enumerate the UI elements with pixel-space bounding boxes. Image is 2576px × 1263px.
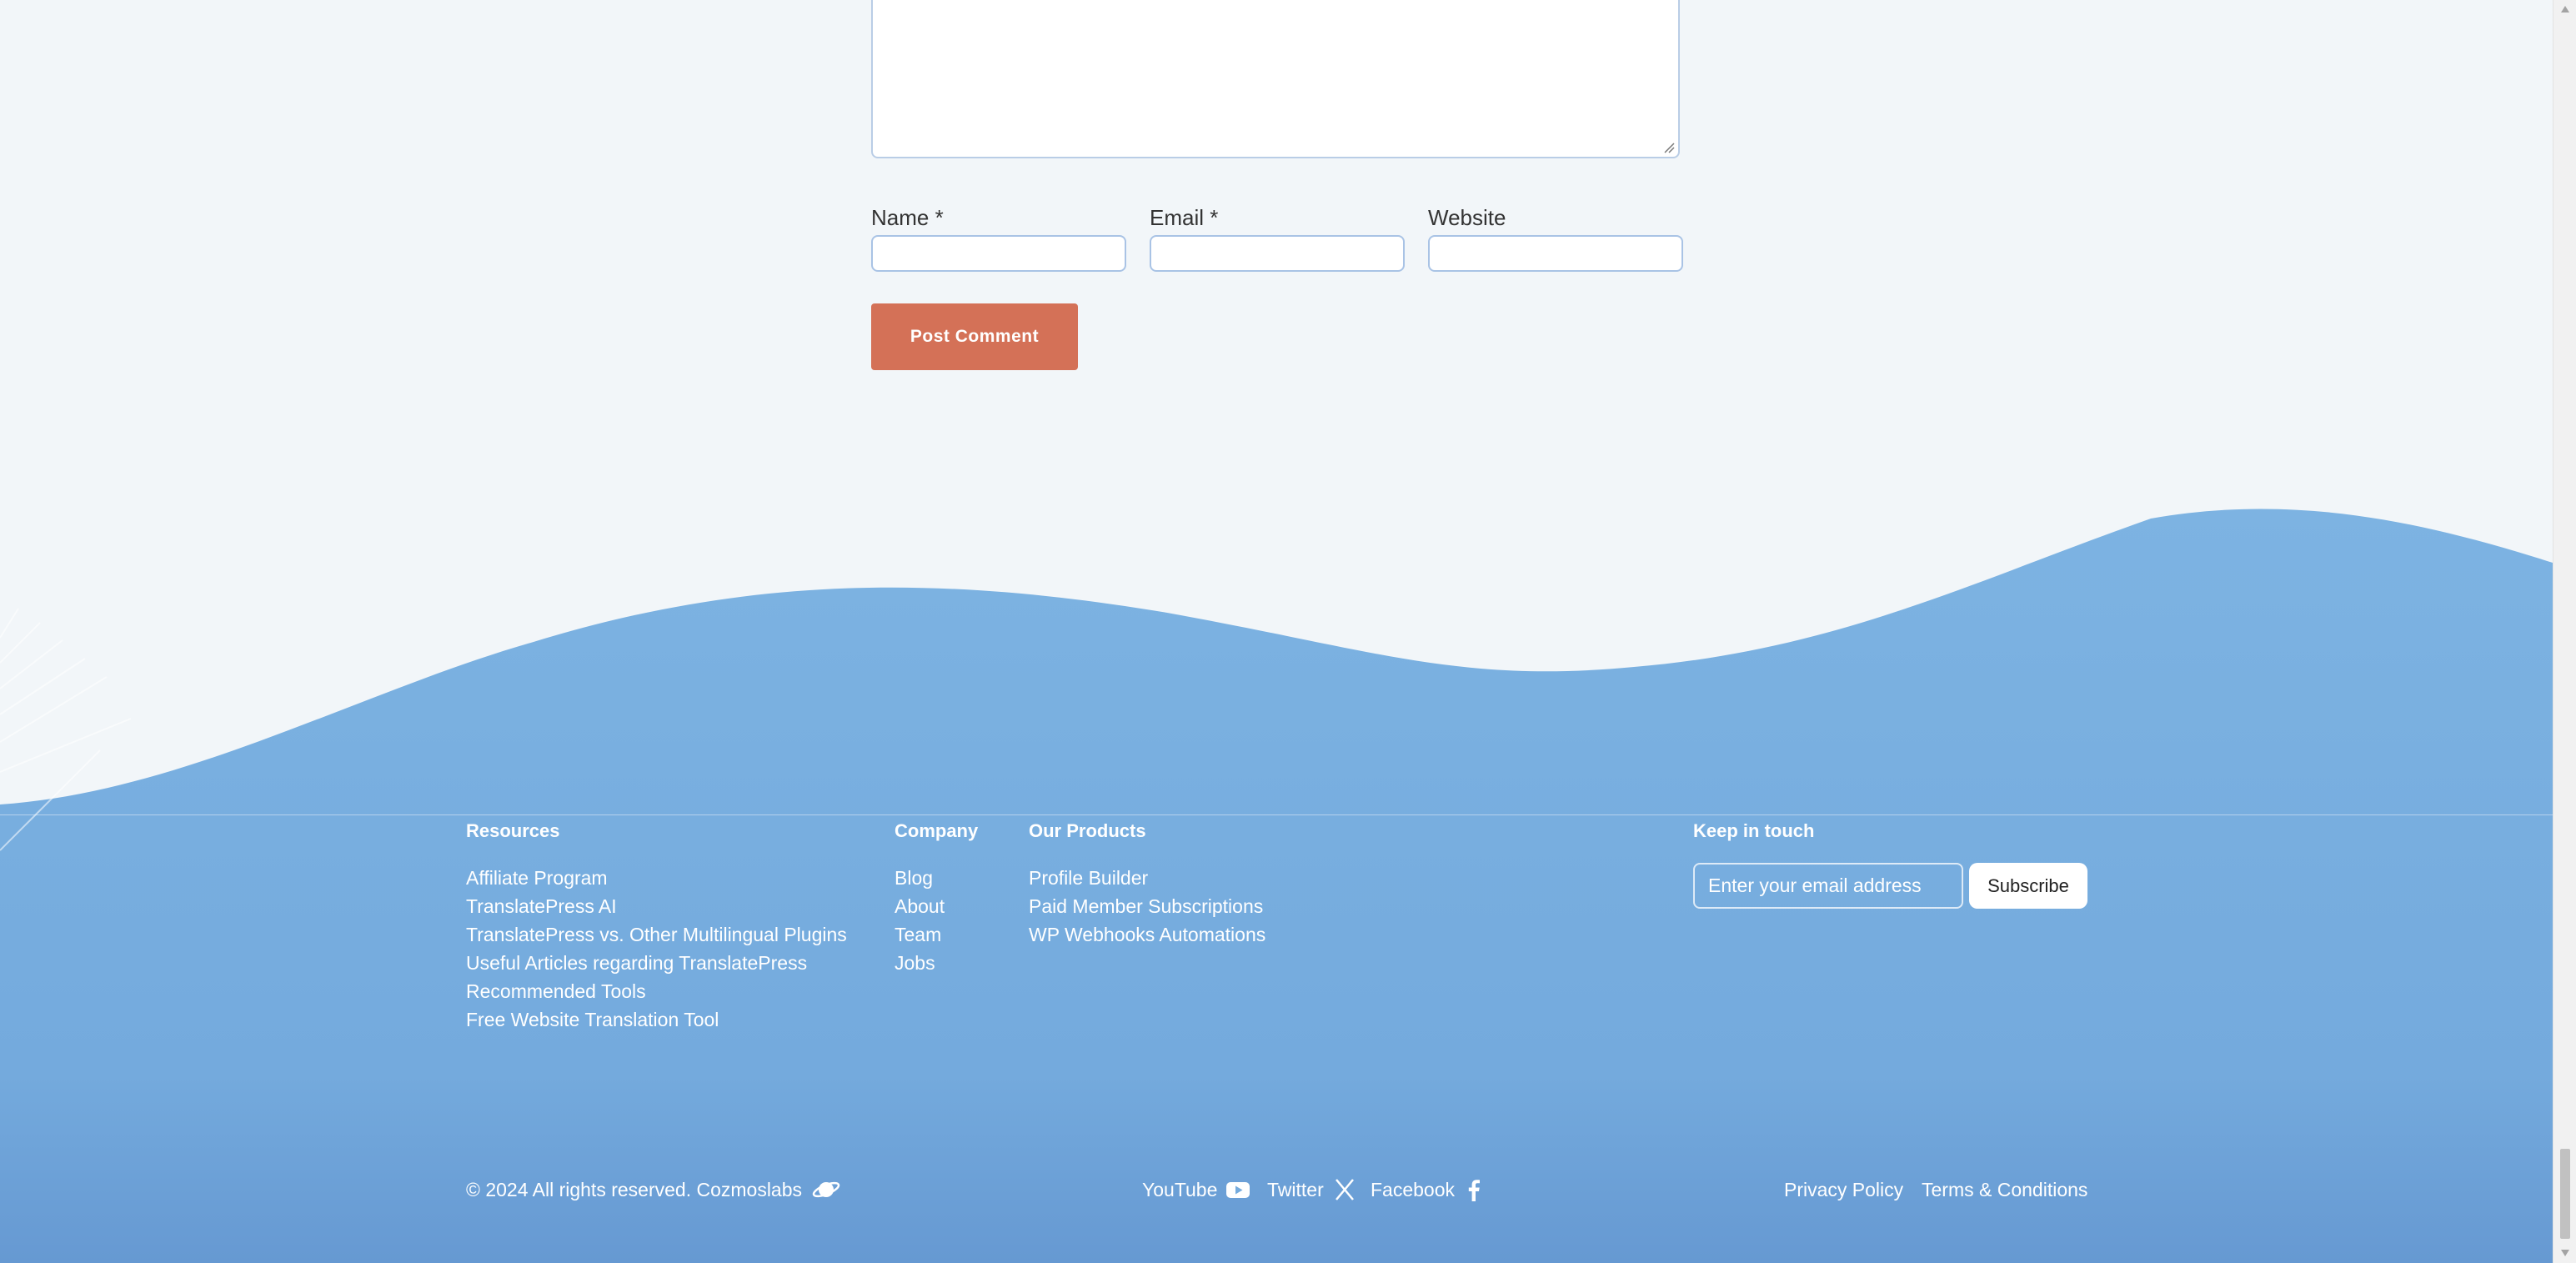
comment-textarea[interactable] [871, 0, 1680, 158]
footer-wave-background [0, 509, 2553, 1263]
website-label: Website [1428, 205, 1506, 230]
resources-list: Affiliate Program TranslatePress AI Tran… [466, 864, 847, 1034]
link-translatepress-ai[interactable]: TranslatePress AI [466, 892, 847, 920]
website-field[interactable] [1428, 235, 1683, 272]
planet-icon [812, 1181, 840, 1198]
vertical-scrollbar[interactable] [2553, 0, 2576, 1263]
twitter-link[interactable]: Twitter [1267, 1177, 1324, 1202]
link-paid-member-subscriptions[interactable]: Paid Member Subscriptions [1029, 892, 1265, 920]
name-field[interactable] [871, 235, 1126, 272]
email-field[interactable] [1150, 235, 1405, 272]
link-profile-builder[interactable]: Profile Builder [1029, 864, 1265, 892]
name-label: Name * [871, 205, 944, 230]
x-twitter-icon[interactable] [1334, 1177, 1356, 1202]
link-blog[interactable]: Blog [895, 864, 945, 892]
company-title: Company [895, 820, 979, 841]
products-title: Our Products [1029, 820, 1146, 841]
link-team[interactable]: Team [895, 920, 945, 949]
link-about[interactable]: About [895, 892, 945, 920]
scroll-up-arrow-icon[interactable] [2560, 5, 2570, 13]
link-wp-webhooks[interactable]: WP Webhooks Automations [1029, 920, 1265, 949]
newsletter-email-input[interactable] [1693, 863, 1963, 909]
products-list: Profile Builder Paid Member Subscription… [1029, 864, 1265, 949]
link-translatepress-vs-plugins[interactable]: TranslatePress vs. Other Multilingual Pl… [466, 920, 847, 949]
resources-title: Resources [466, 820, 560, 841]
scroll-down-arrow-icon[interactable] [2560, 1249, 2570, 1257]
youtube-link[interactable]: YouTube [1142, 1177, 1217, 1202]
link-affiliate-program[interactable]: Affiliate Program [466, 864, 847, 892]
privacy-policy-link[interactable]: Privacy Policy [1784, 1177, 1903, 1202]
facebook-link[interactable]: Facebook [1371, 1177, 1455, 1202]
link-useful-articles[interactable]: Useful Articles regarding TranslatePress [466, 949, 847, 977]
post-comment-button[interactable]: Post Comment [871, 303, 1078, 370]
terms-conditions-link[interactable]: Terms & Conditions [1922, 1177, 2087, 1202]
link-jobs[interactable]: Jobs [895, 949, 945, 977]
copyright-text: © 2024 All rights reserved. Cozmoslabs [466, 1179, 803, 1200]
newsletter-title: Keep in touch [1693, 820, 1815, 841]
footer-divider [0, 814, 2553, 815]
link-free-translation-tool[interactable]: Free Website Translation Tool [466, 1005, 847, 1034]
scroll-thumb[interactable] [2560, 1149, 2570, 1239]
link-recommended-tools[interactable]: Recommended Tools [466, 977, 847, 1005]
facebook-icon[interactable] [1465, 1177, 1483, 1202]
youtube-icon[interactable] [1225, 1177, 1250, 1202]
subscribe-button[interactable]: Subscribe [1969, 863, 2087, 909]
resize-grip-icon[interactable] [1663, 142, 1675, 153]
company-list: Blog About Team Jobs [895, 864, 945, 977]
email-label: Email * [1150, 205, 1219, 230]
